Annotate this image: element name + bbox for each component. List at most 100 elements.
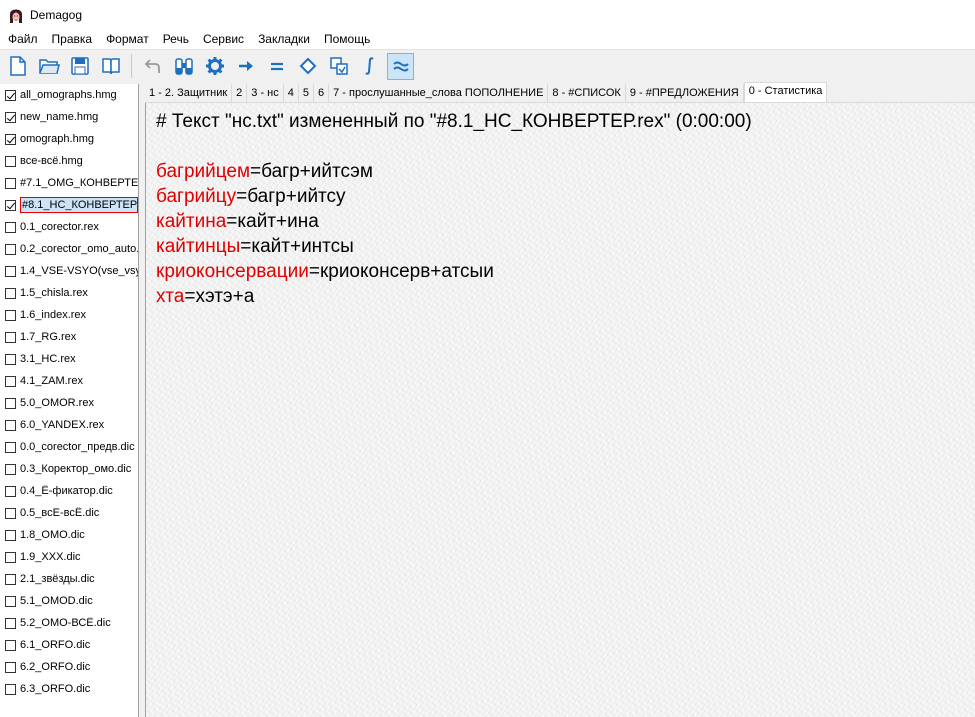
menu-help[interactable]: Помощь <box>317 29 377 49</box>
file-list-item[interactable]: 0.3_Коректор_омо.dic <box>0 458 138 480</box>
tab-4[interactable]: 5 <box>299 84 314 102</box>
file-checkbox[interactable] <box>5 485 16 497</box>
menu-edit[interactable]: Правка <box>45 29 100 49</box>
file-list-item[interactable]: 3.1_НС.rex <box>0 348 138 370</box>
file-list-item[interactable]: new_name.hmg <box>0 106 138 128</box>
file-checkbox[interactable] <box>5 595 16 607</box>
arrow-button[interactable] <box>232 53 259 80</box>
file-name-label: 6.1_ORFO.dic <box>20 639 91 651</box>
file-list-item[interactable]: 1.8_OMO.dic <box>0 524 138 546</box>
replace-button[interactable] <box>325 53 352 80</box>
file-checkbox[interactable] <box>5 507 16 519</box>
tab-9[interactable]: 0 - Статистика <box>743 82 828 102</box>
file-checkbox[interactable] <box>5 265 16 277</box>
approx-button[interactable] <box>387 52 414 80</box>
file-list-item[interactable]: all_omographs.hmg <box>0 84 138 106</box>
file-list-item[interactable]: #8.1_НС_КОНВЕРТЕР <box>0 194 138 216</box>
file-checkbox[interactable] <box>5 551 16 563</box>
file-name-label: 0.4_Ё-фикатор.dic <box>20 485 113 497</box>
file-list-item[interactable]: 0.1_corector.rex <box>0 216 138 238</box>
tab-7[interactable]: 8 - #СПИСОК <box>548 84 626 102</box>
editor-content: # Текст "нс.txt" измененный по "#8.1_НС_… <box>156 109 752 309</box>
file-checkbox[interactable] <box>5 309 16 321</box>
file-list-item[interactable]: 5.0_OMOR.rex <box>0 392 138 414</box>
file-list-item[interactable]: 2.1_звёзды.dic <box>0 568 138 590</box>
file-checkbox[interactable] <box>5 89 16 101</box>
undo-button[interactable] <box>139 53 166 80</box>
file-checkbox[interactable] <box>5 111 16 123</box>
file-list-item[interactable]: 6.1_ORFO.dic <box>0 634 138 656</box>
file-list-item[interactable]: 1.7_RG.rex <box>0 326 138 348</box>
diamond-icon <box>299 57 316 75</box>
file-list-item[interactable]: 0.2_corector_omo_auto. <box>0 238 138 260</box>
file-list-item[interactable]: 1.6_index.rex <box>0 304 138 326</box>
file-checkbox[interactable] <box>5 661 16 673</box>
file-checkbox[interactable] <box>5 639 16 651</box>
file-checkbox[interactable] <box>5 221 16 233</box>
open-folder-button[interactable] <box>35 53 62 80</box>
menu-file[interactable]: Файл <box>0 29 45 49</box>
file-checkbox[interactable] <box>5 287 16 299</box>
tab-8[interactable]: 9 - #ПРЕДЛОЖЕНИЯ <box>626 84 744 102</box>
file-checkbox[interactable] <box>5 353 16 365</box>
file-list-item[interactable]: 1.5_chisla.rex <box>0 282 138 304</box>
tab-0[interactable]: 1 - 2. Защитник <box>145 84 233 102</box>
save-button[interactable] <box>66 53 93 80</box>
file-list-item[interactable]: 1.9_XXX.dic <box>0 546 138 568</box>
find-button[interactable] <box>170 53 197 80</box>
file-checkbox[interactable] <box>5 199 16 211</box>
file-checkbox[interactable] <box>5 683 16 695</box>
file-checkbox[interactable] <box>5 331 16 343</box>
text-editor[interactable]: # Текст "нс.txt" измененный по "#8.1_НС_… <box>145 103 975 717</box>
file-list-item[interactable]: 0.4_Ё-фикатор.dic <box>0 480 138 502</box>
file-list-item[interactable]: 5.2_OMO-ВСЁ.dic <box>0 612 138 634</box>
menu-service[interactable]: Сервис <box>196 29 251 49</box>
file-checkbox[interactable] <box>5 375 16 387</box>
file-list-item[interactable]: 5.1_OMOD.dic <box>0 590 138 612</box>
menu-format[interactable]: Формат <box>99 29 156 49</box>
file-list-item[interactable]: все-всё.hmg <box>0 150 138 172</box>
tab-5[interactable]: 6 <box>314 84 330 102</box>
file-list-item[interactable]: omograph.hmg <box>0 128 138 150</box>
entry-word: криоконсервации <box>156 261 309 282</box>
editor-entry-line: хта=хэтэ+а <box>156 284 752 309</box>
file-list-item[interactable]: #7.1_OMG_КОНВЕРТЕР <box>0 172 138 194</box>
integral-button[interactable] <box>356 53 383 80</box>
file-list-item[interactable]: 6.0_YANDEX.rex <box>0 414 138 436</box>
tab-3[interactable]: 4 <box>284 84 299 102</box>
book-icon <box>101 58 120 75</box>
file-checkbox[interactable] <box>5 441 16 453</box>
file-name-label: all_omographs.hmg <box>20 89 117 101</box>
file-checkbox[interactable] <box>5 529 16 541</box>
new-file-button[interactable] <box>4 53 31 80</box>
file-checkbox[interactable] <box>5 155 16 167</box>
file-checkbox[interactable] <box>5 573 16 585</box>
file-list-item[interactable]: 6.3_ORFO.dic <box>0 678 138 700</box>
equals-button[interactable] <box>263 53 290 80</box>
editor-entry-line: багрийцем=багр+ийтсэм <box>156 159 752 184</box>
file-list-item[interactable]: 6.2_ORFO.dic <box>0 656 138 678</box>
file-checkbox[interactable] <box>5 177 16 189</box>
file-checkbox[interactable] <box>5 397 16 409</box>
file-name-label: #8.1_НС_КОНВЕРТЕР <box>20 197 138 213</box>
book-button[interactable] <box>97 53 124 80</box>
equals-icon <box>270 62 283 71</box>
tab-6[interactable]: 7 - прослушанные_слова ПОПОЛНЕНИЕ <box>329 84 549 102</box>
diamond-button[interactable] <box>294 53 321 80</box>
file-checkbox[interactable] <box>5 419 16 431</box>
menu-speech[interactable]: Речь <box>156 29 196 49</box>
file-name-label: 1.8_OMO.dic <box>20 529 85 541</box>
file-list-item[interactable]: 0.0_corector_предв.dic <box>0 436 138 458</box>
file-checkbox[interactable] <box>5 133 16 145</box>
entry-word: кайтинцы <box>156 236 241 257</box>
file-list-item[interactable]: 4.1_ZAM.rex <box>0 370 138 392</box>
menu-bookmarks[interactable]: Закладки <box>251 29 317 49</box>
file-checkbox[interactable] <box>5 243 16 255</box>
tab-2[interactable]: 3 - нс <box>247 84 284 102</box>
file-checkbox[interactable] <box>5 617 16 629</box>
file-list-item[interactable]: 0.5_всЕ-всЁ.dic <box>0 502 138 524</box>
settings-button[interactable] <box>201 53 228 80</box>
file-checkbox[interactable] <box>5 463 16 475</box>
file-list-item[interactable]: 1.4_VSE-VSYO(vse_vsy <box>0 260 138 282</box>
tab-1[interactable]: 2 <box>232 84 248 102</box>
